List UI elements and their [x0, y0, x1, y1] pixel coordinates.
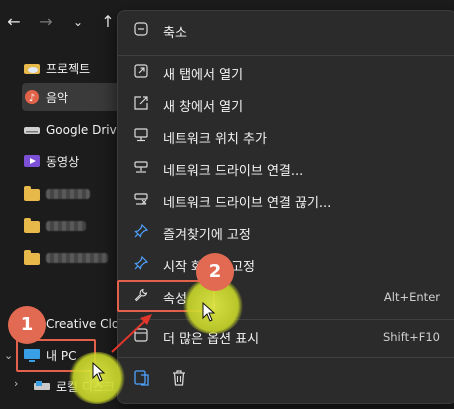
pin-icon [132, 223, 150, 242]
nav-item-label: 프로젝트 [46, 61, 91, 76]
folder-icon [24, 250, 40, 265]
menu-item-collapse[interactable]: 축소 [124, 16, 448, 46]
redacted-label [46, 221, 86, 231]
monitor-icon [132, 128, 150, 146]
folder-icon [24, 186, 40, 201]
menu-item-pin-start[interactable]: 시작 화면에 고정 [124, 250, 448, 280]
disconnect-drive-icon [132, 192, 150, 210]
redacted-label [46, 253, 108, 263]
mouse-cursor-icon [202, 302, 216, 322]
shortcut-label: Shift+F10 [382, 330, 440, 344]
step-badge-1: 1 [8, 306, 46, 344]
menu-item-open-new-window[interactable]: 새 창에서 열기 [124, 90, 448, 120]
pin-icon [132, 255, 150, 274]
menu-item-add-network-location[interactable]: 네트워크 위치 추가 [124, 122, 448, 152]
redacted-label [46, 189, 90, 199]
music-icon: ♪ [24, 89, 40, 105]
video-icon [24, 153, 40, 169]
context-menu: 축소 새 탭에서 열기 새 창에서 열기 네트워크 위치 추가 네트워크 드라이… [117, 10, 454, 404]
step-badge-2: 2 [196, 253, 234, 291]
menu-item-disconnect-network-drive[interactable]: 네트워크 드라이브 연결 끊기... [124, 186, 448, 216]
translate-icon[interactable] [131, 369, 153, 391]
arrow-annotation [111, 314, 152, 353]
cloud-folder-icon [24, 60, 40, 76]
menu-separator [118, 319, 454, 320]
back-icon[interactable]: ← [2, 10, 26, 34]
menu-item-pin-quick-access[interactable]: 즐겨찾기에 고정 [124, 218, 448, 248]
menu-separator [118, 357, 454, 358]
menu-item-map-network-drive[interactable]: 네트워크 드라이브 연결... [124, 154, 448, 184]
network-drive-icon [132, 160, 150, 178]
disk-icon [34, 378, 50, 394]
mouse-cursor-icon [92, 362, 106, 382]
chevron-down-icon[interactable]: ⌄ [66, 10, 90, 34]
chevron-down-icon[interactable]: ⌄ [4, 349, 13, 362]
new-tab-icon [132, 64, 150, 82]
collapse-icon [132, 22, 150, 40]
chevron-right-icon[interactable]: › [14, 377, 18, 390]
menu-item-show-more-options[interactable]: 더 많은 옵션 표시 Shift+F10 [124, 322, 448, 352]
trash-icon[interactable] [168, 369, 190, 391]
new-window-icon [132, 96, 150, 114]
svg-text:♪: ♪ [29, 93, 35, 104]
shortcut-label: Alt+Enter [383, 290, 440, 304]
folder-icon [24, 218, 40, 233]
menu-item-open-new-tab[interactable]: 새 탭에서 열기 [124, 58, 448, 88]
nav-item-label: Google Drive [46, 123, 125, 137]
forward-icon[interactable]: → [34, 10, 58, 34]
menu-separator [118, 55, 454, 56]
drive-icon [24, 122, 40, 138]
nav-item-label: 동영상 [46, 154, 80, 169]
nav-item-label: 음악 [46, 90, 69, 105]
